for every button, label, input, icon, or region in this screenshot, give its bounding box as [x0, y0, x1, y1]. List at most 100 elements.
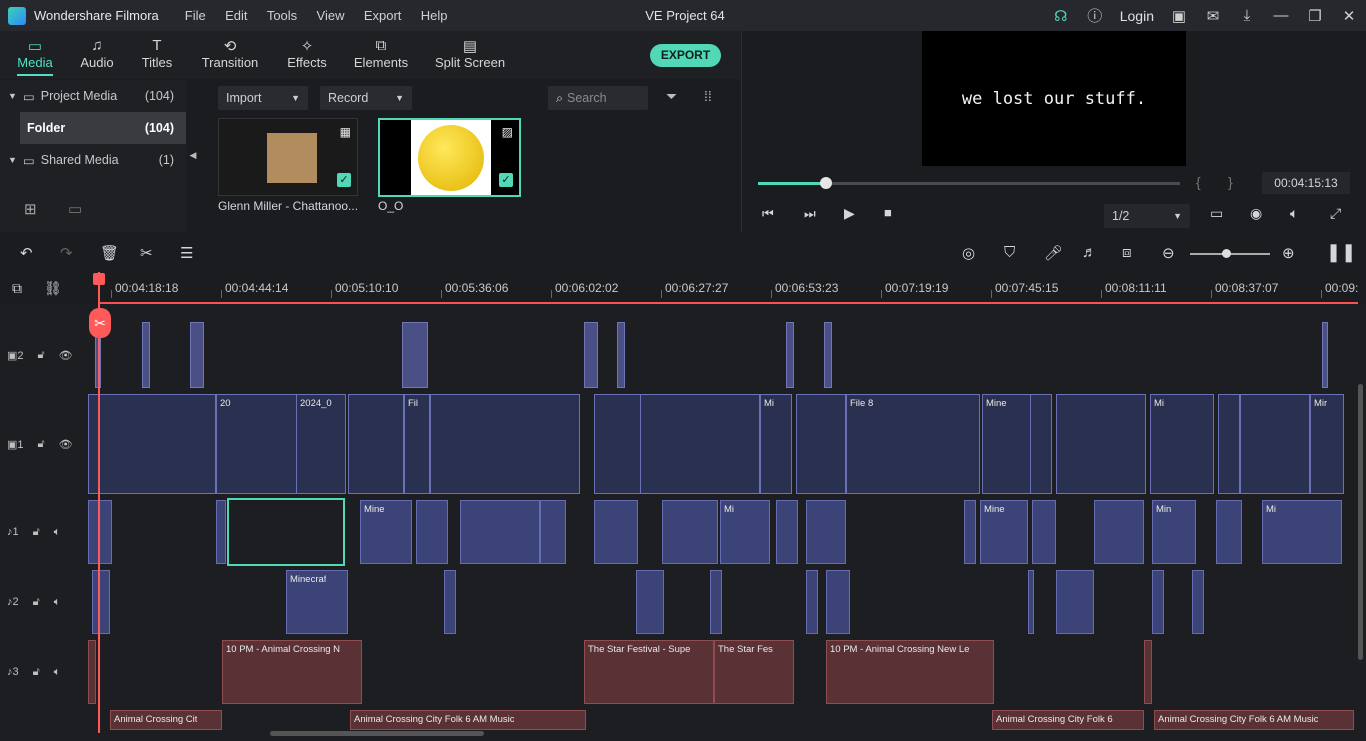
info-icon[interactable]: ⓘ	[1078, 5, 1112, 26]
audio-mixer-icon[interactable]: ♬	[1082, 244, 1097, 261]
step-forward-icon[interactable]: ⏭	[804, 206, 816, 222]
audio-clip[interactable]	[662, 500, 718, 564]
lock-icon[interactable]: 🔓︎	[38, 438, 45, 451]
support-headset-icon[interactable]: ☊	[1044, 7, 1078, 25]
audio-clip[interactable]: Mine	[980, 500, 1028, 564]
horizontal-scrollbar[interactable]	[270, 731, 484, 736]
render-icon[interactable]: ◎	[962, 244, 975, 262]
zoom-out-icon[interactable]: ⊖	[1162, 244, 1175, 262]
new-folder-icon[interactable]: ⊞	[24, 200, 37, 218]
audio-clip[interactable]	[1032, 500, 1056, 564]
delete-icon[interactable]: 🗑︎	[100, 244, 119, 262]
lock-icon[interactable]: 🔓︎	[33, 526, 40, 539]
save-icon[interactable]: ▣	[1162, 7, 1196, 25]
vertical-scrollbar[interactable]	[1358, 384, 1363, 660]
video-clip[interactable]	[1030, 394, 1052, 494]
library-project-media[interactable]: ▼ ▭ Project Media (104)	[0, 80, 186, 112]
video-clip[interactable]: Fil	[404, 394, 430, 494]
tab-effects[interactable]: ✧ Effects	[270, 31, 344, 79]
library-folder[interactable]: Folder (104)	[20, 112, 186, 144]
audio-clip[interactable]	[710, 570, 722, 634]
audio-clip[interactable]: Minecraf	[286, 570, 348, 634]
music-clip[interactable]: Animal Crossing City Folk 6 AM Music	[1154, 710, 1354, 730]
playhead-handle[interactable]	[93, 273, 105, 285]
speaker-icon[interactable]: 🔈︎	[54, 526, 61, 539]
music-clip[interactable]: The Star Festival - Supe	[584, 640, 714, 704]
adjust-sliders-icon[interactable]: ☰	[180, 244, 193, 262]
music-clip[interactable]: 10 PM - Animal Crossing N	[222, 640, 362, 704]
video-clip[interactable]	[402, 322, 428, 388]
playhead[interactable]	[98, 272, 100, 733]
library-shared-media[interactable]: ▼ ▭ Shared Media (1)	[0, 144, 186, 176]
mark-out-icon[interactable]: }	[1228, 174, 1233, 190]
download-icon[interactable]: ⤓	[1230, 7, 1264, 24]
audio-clip[interactable]	[460, 500, 540, 564]
video-clip[interactable]: Mir	[1310, 394, 1344, 494]
video-clip[interactable]	[1218, 394, 1240, 494]
undo-icon[interactable]: ↶	[20, 244, 33, 262]
video-clip[interactable]	[594, 394, 642, 494]
progress-handle[interactable]	[819, 177, 832, 189]
link-icon[interactable]: ⛓︎	[44, 280, 62, 297]
tab-titles[interactable]: T Titles	[124, 31, 190, 79]
audio-clip[interactable]	[1028, 570, 1034, 634]
music-clip[interactable]: 10 PM - Animal Crossing New Le	[826, 640, 994, 704]
video-clip[interactable]	[1240, 394, 1310, 494]
speaker-icon[interactable]: 🔈︎	[54, 666, 61, 679]
import-dropdown[interactable]: Import ▼	[218, 86, 308, 110]
tab-media[interactable]: ▭ Media	[0, 31, 70, 79]
video-clip[interactable]	[1056, 394, 1146, 494]
video-clip[interactable]	[348, 394, 404, 494]
audio-clip[interactable]	[540, 500, 566, 564]
video-clip[interactable]	[142, 322, 150, 388]
close-icon[interactable]: ✕	[1332, 7, 1366, 25]
audio-clip[interactable]	[636, 570, 664, 634]
fullscreen-icon[interactable]: ⤢	[1330, 205, 1341, 222]
audio-clip[interactable]: Min	[1152, 500, 1196, 564]
record-dropdown[interactable]: Record ▼	[320, 86, 412, 110]
music-clip[interactable]	[88, 640, 96, 704]
zoom-handle[interactable]	[1222, 249, 1231, 258]
cut-scissors-icon[interactable]: ✂	[140, 244, 153, 262]
audio-clip[interactable]	[1056, 570, 1094, 634]
zoom-in-icon[interactable]: ⊕	[1282, 244, 1295, 262]
audio-clip[interactable]: Mine	[360, 500, 412, 564]
selected-clip-outline[interactable]	[227, 498, 345, 566]
eye-icon[interactable]: 👁︎	[59, 349, 73, 362]
snapshot-camera-icon[interactable]: ◉	[1250, 205, 1262, 222]
menu-view[interactable]: View	[317, 8, 345, 23]
menu-help[interactable]: Help	[421, 8, 448, 23]
menu-export[interactable]: Export	[364, 8, 402, 23]
audio-clip[interactable]	[776, 500, 798, 564]
video-clip[interactable]	[1322, 322, 1328, 388]
grid-view-icon[interactable]: ⁞⁞	[704, 88, 712, 104]
audio-clip[interactable]: Mi	[720, 500, 770, 564]
audio-clip[interactable]	[806, 500, 846, 564]
video-clip[interactable]: Mi	[760, 394, 792, 494]
tab-elements[interactable]: ⧉ Elements	[344, 31, 418, 79]
media-thumbnail-glenn-miller[interactable]: ▦ ✓	[218, 118, 358, 196]
video-clip[interactable]	[796, 394, 846, 494]
login-link[interactable]: Login	[1120, 8, 1154, 24]
video-clip[interactable]	[430, 394, 580, 494]
filter-icon[interactable]: ⏷	[666, 88, 677, 105]
audio-clip[interactable]	[1094, 500, 1144, 564]
video-clip[interactable]	[824, 322, 832, 388]
music-clip[interactable]: Animal Crossing City Folk 6	[992, 710, 1144, 730]
eye-icon[interactable]: 👁︎	[59, 438, 73, 451]
video-clip[interactable]	[640, 394, 760, 494]
lock-icon[interactable]: 🔓︎	[33, 666, 40, 679]
audio-clip[interactable]	[416, 500, 448, 564]
mark-in-icon[interactable]: {	[1196, 174, 1201, 190]
add-track-icon[interactable]: ⧉	[12, 280, 22, 297]
menu-edit[interactable]: Edit	[225, 8, 247, 23]
lock-icon[interactable]: 🔓︎	[38, 349, 45, 362]
split-scissors-icon[interactable]: ✂	[89, 308, 111, 338]
timeline-ruler[interactable]: ⧉ ⛓︎ 00:04:18:18 00:04:44:14 00:05:10:10 00…	[0, 272, 1366, 304]
music-clip[interactable]: Animal Crossing Cit	[110, 710, 222, 730]
audio-clip[interactable]	[1192, 570, 1204, 634]
menu-tools[interactable]: Tools	[267, 8, 297, 23]
search-input[interactable]: ⌕ Search	[548, 86, 648, 110]
music-clip[interactable]: Animal Crossing City Folk 6 AM Music	[350, 710, 586, 730]
video-clip[interactable]	[88, 394, 216, 494]
